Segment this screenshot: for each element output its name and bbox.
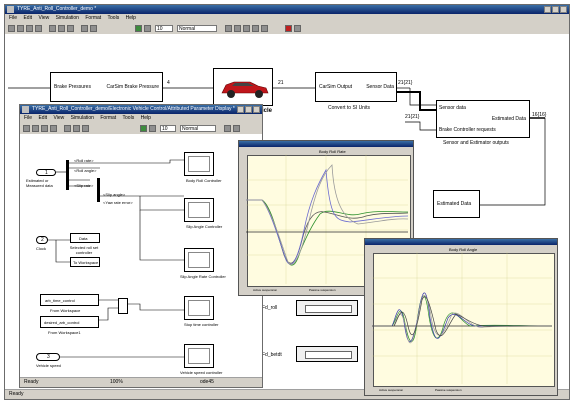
plot2-curves [372,252,553,384]
